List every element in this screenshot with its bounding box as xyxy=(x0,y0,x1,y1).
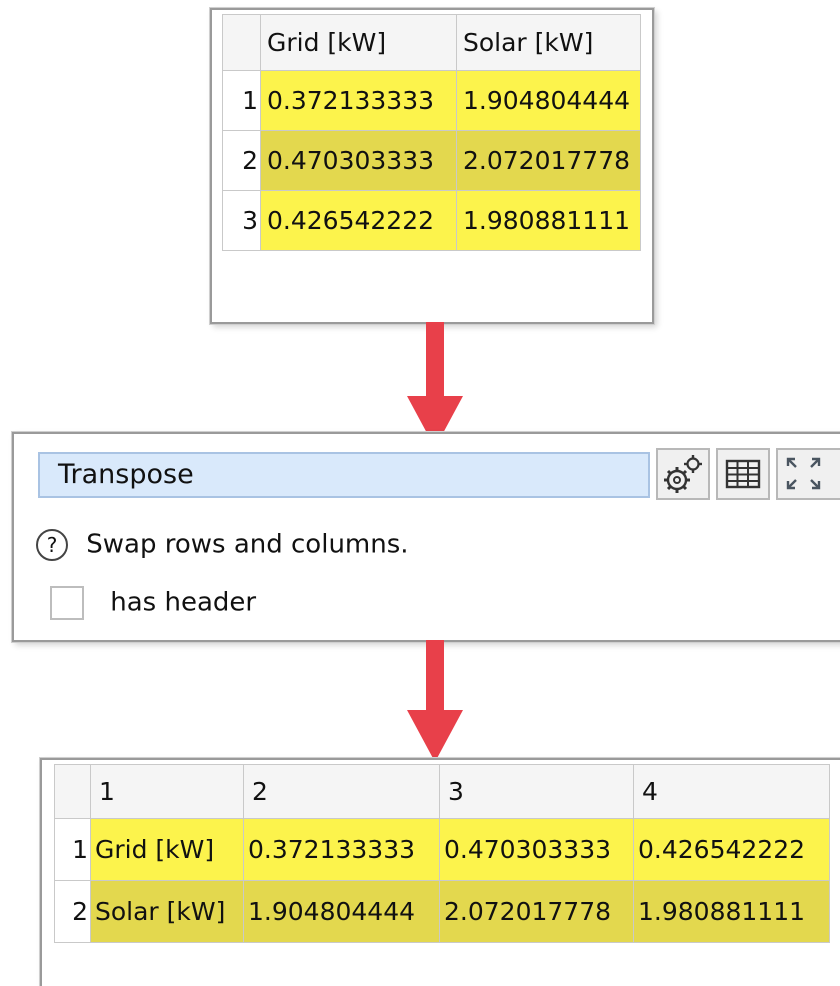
table-cell[interactable]: 1.980881111 xyxy=(456,190,641,251)
transform-title[interactable]: Transpose xyxy=(38,452,650,498)
help-icon[interactable]: ? xyxy=(36,528,68,561)
table-cell[interactable]: 0.372133333 xyxy=(243,818,440,881)
has-header-checkbox[interactable] xyxy=(50,585,84,620)
table-cell[interactable]: 1.904804444 xyxy=(243,880,440,943)
row-number: 3 xyxy=(222,190,261,251)
table-cell[interactable]: Grid [kW] xyxy=(90,818,244,881)
table-view-button[interactable] xyxy=(716,448,770,500)
column-header[interactable]: 1 xyxy=(90,764,244,819)
table-row: 2 Solar [kW] 1.904804444 2.072017778 1.9… xyxy=(54,880,830,943)
table-row: 2 0.470303333 2.072017778 xyxy=(222,130,641,191)
has-header-label[interactable]: has header xyxy=(110,588,256,618)
help-row: ? Swap rows and columns. xyxy=(36,526,409,566)
row-number: 1 xyxy=(54,818,91,881)
row-number: 2 xyxy=(54,880,91,943)
transpose-transform-panel: Transpose ? Swap rows and columns. has h… xyxy=(12,432,840,642)
column-header[interactable]: Grid [kW] xyxy=(260,14,457,71)
down-arrow-icon xyxy=(407,640,463,762)
table-cell[interactable]: Solar [kW] xyxy=(90,880,244,943)
table-icon xyxy=(725,459,761,489)
options-button[interactable] xyxy=(656,448,710,500)
input-data-grid: Grid [kW] Solar [kW] 1 0.372133333 1.904… xyxy=(222,14,641,251)
table-cell[interactable]: 1.980881111 xyxy=(633,880,830,943)
input-header-row: Grid [kW] Solar [kW] xyxy=(222,14,641,71)
down-arrow-icon xyxy=(407,322,463,448)
output-header-row: 1 2 3 4 xyxy=(54,764,830,819)
table-cell[interactable]: 0.470303333 xyxy=(439,818,634,881)
column-header[interactable]: 4 xyxy=(633,764,830,819)
has-header-option: has header xyxy=(50,584,256,621)
column-header[interactable]: 3 xyxy=(439,764,634,819)
column-header[interactable]: Solar [kW] xyxy=(456,14,641,71)
corner-cell xyxy=(54,764,91,819)
gears-icon xyxy=(664,455,702,493)
column-header[interactable]: 2 xyxy=(243,764,440,819)
input-table-panel: Grid [kW] Solar [kW] 1 0.372133333 1.904… xyxy=(210,8,654,324)
table-row: 1 0.372133333 1.904804444 xyxy=(222,70,641,131)
row-number: 2 xyxy=(222,130,261,191)
table-row: 3 0.426542222 1.980881111 xyxy=(222,190,641,251)
table-cell[interactable]: 0.372133333 xyxy=(260,70,457,131)
table-row: 1 Grid [kW] 0.372133333 0.470303333 0.42… xyxy=(54,818,830,881)
output-table-panel: 1 2 3 4 1 Grid [kW] 0.372133333 0.470303… xyxy=(40,758,840,986)
corner-cell xyxy=(222,14,261,71)
table-cell[interactable]: 0.426542222 xyxy=(633,818,830,881)
table-cell[interactable]: 2.072017778 xyxy=(439,880,634,943)
table-cell[interactable]: 2.072017778 xyxy=(456,130,641,191)
maximize-button[interactable] xyxy=(776,448,840,500)
maximize-icon xyxy=(786,457,821,490)
table-cell[interactable]: 0.426542222 xyxy=(260,190,457,251)
row-number: 1 xyxy=(222,70,261,131)
help-description: Swap rows and columns. xyxy=(86,529,409,560)
table-cell[interactable]: 1.904804444 xyxy=(456,70,641,131)
table-cell[interactable]: 0.470303333 xyxy=(260,130,457,191)
output-data-grid: 1 2 3 4 1 Grid [kW] 0.372133333 0.470303… xyxy=(54,764,830,943)
